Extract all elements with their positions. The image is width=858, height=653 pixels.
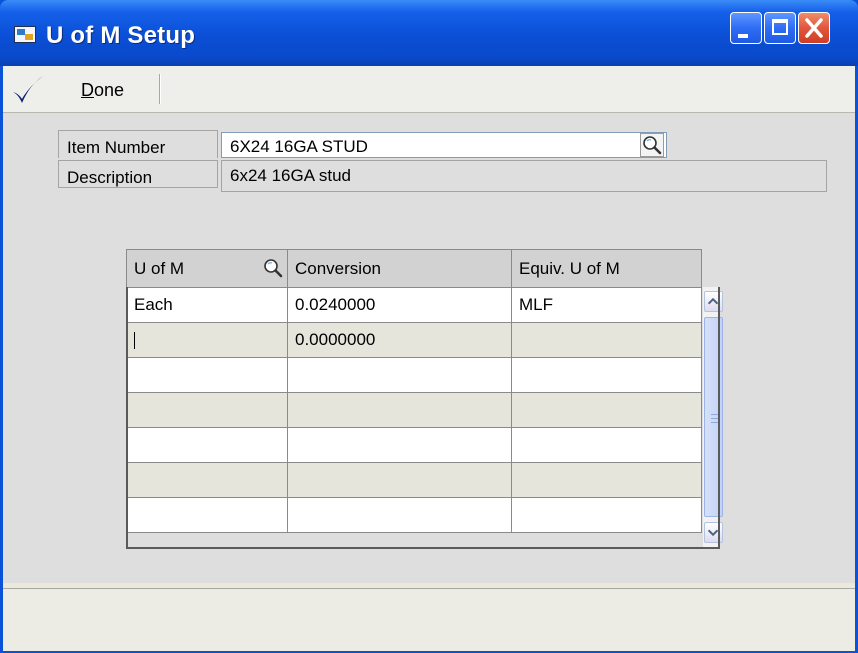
cell-equiv-uofm[interactable] (511, 427, 702, 463)
grid-vertical-scrollbar[interactable] (703, 287, 723, 547)
status-bar (3, 588, 855, 651)
cell-uofm-editing[interactable] (126, 322, 288, 358)
cell-equiv-uofm[interactable] (511, 322, 702, 358)
cell-equiv-uofm[interactable] (511, 497, 702, 533)
app-window-icon (14, 26, 36, 43)
item-lookup-icon[interactable] (640, 133, 664, 157)
cell-equiv-uofm[interactable] (511, 357, 702, 393)
maximize-button[interactable] (764, 12, 796, 44)
cell-uofm[interactable] (126, 392, 288, 428)
done-button[interactable]: Done (81, 80, 124, 101)
title-bar[interactable]: U of M Setup (0, 0, 858, 66)
table-row[interactable]: Each 0.0240000 MLF (126, 287, 702, 323)
cell-conversion[interactable]: 0.0000000 (287, 322, 512, 358)
cell-uofm[interactable] (126, 357, 288, 393)
cell-conversion[interactable] (287, 357, 512, 393)
cell-conversion[interactable]: 0.0240000 (287, 287, 512, 323)
maximize-icon (772, 19, 788, 35)
uofm-lookup-icon[interactable] (261, 256, 285, 280)
window-title: U of M Setup (46, 22, 196, 49)
chevron-down-icon (707, 529, 719, 537)
close-icon (805, 18, 823, 38)
cell-uofm[interactable]: Each (126, 287, 288, 323)
scroll-down-button[interactable] (704, 522, 723, 543)
cell-conversion[interactable] (287, 392, 512, 428)
cell-uofm[interactable] (126, 497, 288, 533)
table-row[interactable] (126, 462, 702, 498)
scroll-thumb[interactable] (704, 317, 723, 517)
description-label: Description (58, 160, 218, 188)
item-number-field[interactable]: 6X24 16GA STUD (221, 132, 667, 158)
cell-equiv-uofm[interactable] (511, 392, 702, 428)
uofm-grid: U of M Conversion Equiv. U of M Each 0.0… (126, 249, 723, 549)
close-button[interactable] (798, 12, 830, 44)
chevron-up-icon (707, 297, 719, 305)
table-row[interactable] (126, 392, 702, 428)
table-row[interactable] (126, 497, 702, 533)
cell-conversion[interactable] (287, 497, 512, 533)
description-field: 6x24 16GA stud (221, 160, 827, 192)
column-header-equiv-uofm[interactable]: Equiv. U of M (511, 249, 702, 288)
cell-uofm[interactable] (126, 427, 288, 463)
cell-uofm[interactable] (126, 462, 288, 498)
window-client-area: Done Item Number 6X24 16GA STUD Descript… (3, 66, 855, 651)
done-label-text: one (94, 80, 125, 100)
cell-conversion[interactable] (287, 462, 512, 498)
done-accelerator: D (81, 80, 94, 100)
toolbar-separator (159, 74, 161, 104)
scroll-grip-icon (711, 414, 718, 423)
table-row[interactable] (126, 357, 702, 393)
toolbar: Done (3, 66, 855, 113)
item-number-label: Item Number (58, 130, 218, 158)
scroll-up-button[interactable] (704, 291, 723, 312)
grid-header-row: U of M Conversion Equiv. U of M (126, 249, 702, 288)
cell-equiv-uofm[interactable] (511, 462, 702, 498)
minimize-button[interactable] (730, 12, 762, 44)
cell-conversion[interactable] (287, 427, 512, 463)
item-header-panel: Item Number 6X24 16GA STUD Description 6… (58, 130, 827, 194)
column-header-conversion[interactable]: Conversion (287, 249, 512, 288)
minimize-icon (738, 34, 748, 38)
form-body: Item Number 6X24 16GA STUD Description 6… (3, 113, 855, 583)
uofm-setup-window: U of M Setup Done Item Number 6X24 16GA … (0, 0, 858, 653)
column-header-uofm[interactable]: U of M (126, 249, 288, 288)
column-header-uofm-label: U of M (134, 258, 185, 278)
cell-equiv-uofm[interactable]: MLF (511, 287, 702, 323)
checkmark-icon[interactable] (11, 74, 45, 106)
table-row[interactable] (126, 427, 702, 463)
text-cursor (134, 332, 135, 350)
table-row[interactable]: 0.0000000 (126, 322, 702, 358)
uofm-table: U of M Conversion Equiv. U of M Each 0.0… (126, 249, 702, 533)
